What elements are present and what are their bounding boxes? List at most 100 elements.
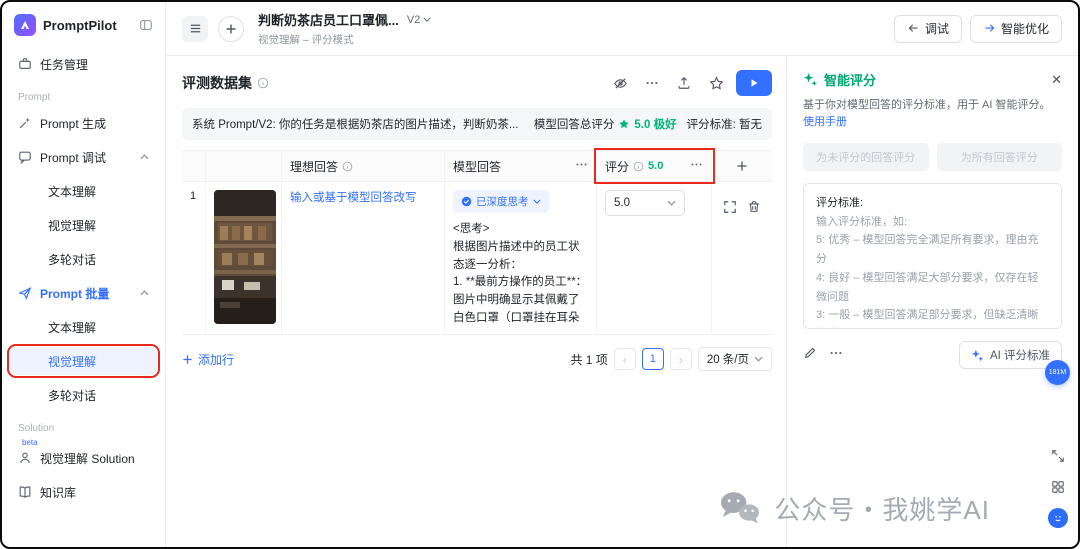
ideal-answer-cell[interactable]: 输入或基于模型回答改写 <box>282 182 445 334</box>
current-page-button[interactable]: 1 <box>642 348 664 370</box>
score-all-button[interactable]: 为所有回答评分 <box>937 143 1063 171</box>
score-unscored-button[interactable]: 为未评分的回答评分 <box>803 143 929 171</box>
score-column-header: 评分 5.0 <box>597 151 712 181</box>
sidebar-item-label: 知识库 <box>40 484 76 501</box>
chat-icon <box>18 150 32 164</box>
main-content: 评测数据集 <box>166 56 786 547</box>
book-icon <box>18 485 32 499</box>
sidebar-section-prompt: Prompt <box>10 84 157 109</box>
model-badge[interactable]: 181M <box>1045 360 1070 385</box>
info-icon <box>633 161 644 172</box>
sidebar-item-batch-text[interactable]: 文本理解 <box>10 313 157 341</box>
sidebar-item-debug-text[interactable]: 文本理解 <box>10 177 157 205</box>
chevron-down-icon <box>667 200 676 206</box>
more-actions-icon[interactable] <box>640 71 664 95</box>
sidebar-item-batch-vision[interactable]: 视觉理解 <box>10 347 157 375</box>
system-prompt-text: 系统 Prompt/V2: 你的任务是根据奶茶店的图片描述，判断奶茶... <box>192 116 524 132</box>
app-window: PromptPilot 任务管理 Prompt Prompt 生成 Prompt… <box>0 0 1080 549</box>
table-footer: 添加行 共 1 项 ‹ 1 › 20 条/页 <box>182 347 772 371</box>
chevron-down-icon <box>754 356 763 362</box>
sidebar-item-label: Prompt 调试 <box>40 149 106 166</box>
next-page-button[interactable]: › <box>670 348 692 370</box>
column-more-icon[interactable] <box>690 158 703 174</box>
sidebar-item-prompt-generate[interactable]: Prompt 生成 <box>10 109 157 137</box>
panel-title: 智能评分 <box>824 70 876 89</box>
chevron-down-icon <box>533 199 541 204</box>
page-size-select[interactable]: 20 条/页 <box>698 347 772 371</box>
app-logo-icon <box>14 14 36 36</box>
model-answer-column-header: 模型回答 <box>445 151 597 181</box>
close-icon[interactable]: ✕ <box>1051 72 1062 88</box>
wechat-icon <box>718 489 762 527</box>
edit-icon[interactable] <box>803 346 817 365</box>
sidebar-item-vision-solution[interactable]: beta 视觉理解 Solution <box>10 444 157 472</box>
expand-row-icon[interactable] <box>723 200 737 217</box>
info-icon <box>257 77 269 89</box>
criteria-textarea[interactable]: 评分标准: 输入评分标准，如: 5: 优秀 – 模型回答完全满足所有要求，理由充… <box>803 183 1062 329</box>
sidebar-item-batch-multiturn[interactable]: 多轮对话 <box>10 381 157 409</box>
delete-row-icon[interactable] <box>747 200 761 217</box>
run-button[interactable] <box>736 70 772 96</box>
hide-column-icon[interactable] <box>608 71 632 95</box>
index-column-header <box>182 151 206 181</box>
ideal-answer-placeholder[interactable]: 输入或基于模型回答改写 <box>290 192 417 204</box>
logo-row: PromptPilot <box>10 12 157 50</box>
sidebar-item-debug-multiturn[interactable]: 多轮对话 <box>10 245 157 273</box>
sparkle-icon <box>803 72 818 87</box>
sidebar-item-knowledge-base[interactable]: 知识库 <box>10 478 157 506</box>
hamburger-menu-icon[interactable] <box>182 16 208 42</box>
page-subtitle: 视觉理解 – 评分模式 <box>258 32 431 47</box>
wand-icon <box>18 116 32 130</box>
more-actions-icon[interactable] <box>829 346 843 365</box>
system-prompt-bar[interactable]: 系统 Prompt/V2: 你的任务是根据奶茶店的图片描述，判断奶茶... 模型… <box>182 108 772 140</box>
version-selector[interactable]: V2 <box>407 14 431 26</box>
row-index: 1 <box>182 182 206 334</box>
sidebar-collapse-icon[interactable] <box>139 18 153 32</box>
pagination: 共 1 项 ‹ 1 › 20 条/页 <box>570 347 772 371</box>
apps-grid-icon[interactable] <box>1048 477 1068 497</box>
assistant-bot-icon[interactable] <box>1048 508 1068 528</box>
deep-thinking-toggle[interactable]: 已深度思考 <box>453 190 549 213</box>
sidebar-item-task-management[interactable]: 任务管理 <box>10 50 157 78</box>
criteria-status: 评分标准: 暂无 <box>687 116 762 132</box>
chevron-up-icon[interactable] <box>140 290 149 296</box>
model-answer-cell: 已深度思考 <思考> 根据图片描述中的员工状态逐一分析： 1. **最前方操作的… <box>445 182 597 334</box>
criteria-placeholder: 输入评分标准，如: 5: 优秀 – 模型回答完全满足所有要求，理由充分 4: 良… <box>816 213 1049 329</box>
add-column-button[interactable] <box>712 151 772 181</box>
image-cell[interactable] <box>206 182 282 334</box>
total-count: 共 1 项 <box>570 351 607 368</box>
sidebar-item-prompt-debug[interactable]: Prompt 调试 <box>10 143 157 171</box>
prev-page-button[interactable]: ‹ <box>614 348 636 370</box>
app-title: PromptPilot <box>43 18 132 33</box>
watermark: 公众号・我姚学AI <box>718 489 990 527</box>
panel-description: 基于你对模型回答的评分标准，用于 AI 智能评分。 使用手册 <box>803 97 1062 131</box>
evaluation-table: 理想回答 模型回答 评分 <box>182 150 772 335</box>
shop-photo-thumbnail[interactable] <box>214 190 276 324</box>
new-item-icon[interactable] <box>218 16 244 42</box>
add-row-button[interactable]: 添加行 <box>182 351 234 368</box>
sidebar-item-debug-vision[interactable]: 视觉理解 <box>10 211 157 239</box>
check-circle-icon <box>461 196 472 207</box>
title-block: 判断奶茶店员工口罩佩... V2 视觉理解 – 评分模式 <box>258 10 431 47</box>
plus-icon <box>736 160 748 172</box>
column-more-icon[interactable] <box>575 158 588 174</box>
debug-button[interactable]: 调试 <box>894 15 962 43</box>
score-select[interactable]: 5.0 <box>605 190 685 216</box>
export-icon[interactable] <box>672 71 696 95</box>
manual-link[interactable]: 使用手册 <box>803 116 847 128</box>
beta-badge: beta <box>20 438 40 447</box>
sidebar-item-label: Prompt 生成 <box>40 115 106 132</box>
favorite-star-icon[interactable] <box>704 71 728 95</box>
sidebar-item-label: Prompt 批量 <box>40 285 109 302</box>
sidebar: PromptPilot 任务管理 Prompt Prompt 生成 Prompt… <box>2 2 166 547</box>
person-icon <box>18 451 32 465</box>
model-answer-text: <思考> 根据图片描述中的员工状态逐一分析： 1. **最前方操作的员工**：图… <box>453 221 588 325</box>
watermark-text: 公众号・我姚学AI <box>774 490 990 527</box>
ai-sparkle-icon <box>971 349 984 362</box>
arrow-right-icon <box>983 22 996 35</box>
sidebar-item-prompt-batch[interactable]: Prompt 批量 <box>10 279 157 307</box>
sidebar-item-label: 任务管理 <box>40 56 88 73</box>
chevron-up-icon[interactable] <box>140 154 149 160</box>
resize-icon[interactable] <box>1048 446 1068 466</box>
smart-optimize-button[interactable]: 智能优化 <box>970 15 1062 43</box>
